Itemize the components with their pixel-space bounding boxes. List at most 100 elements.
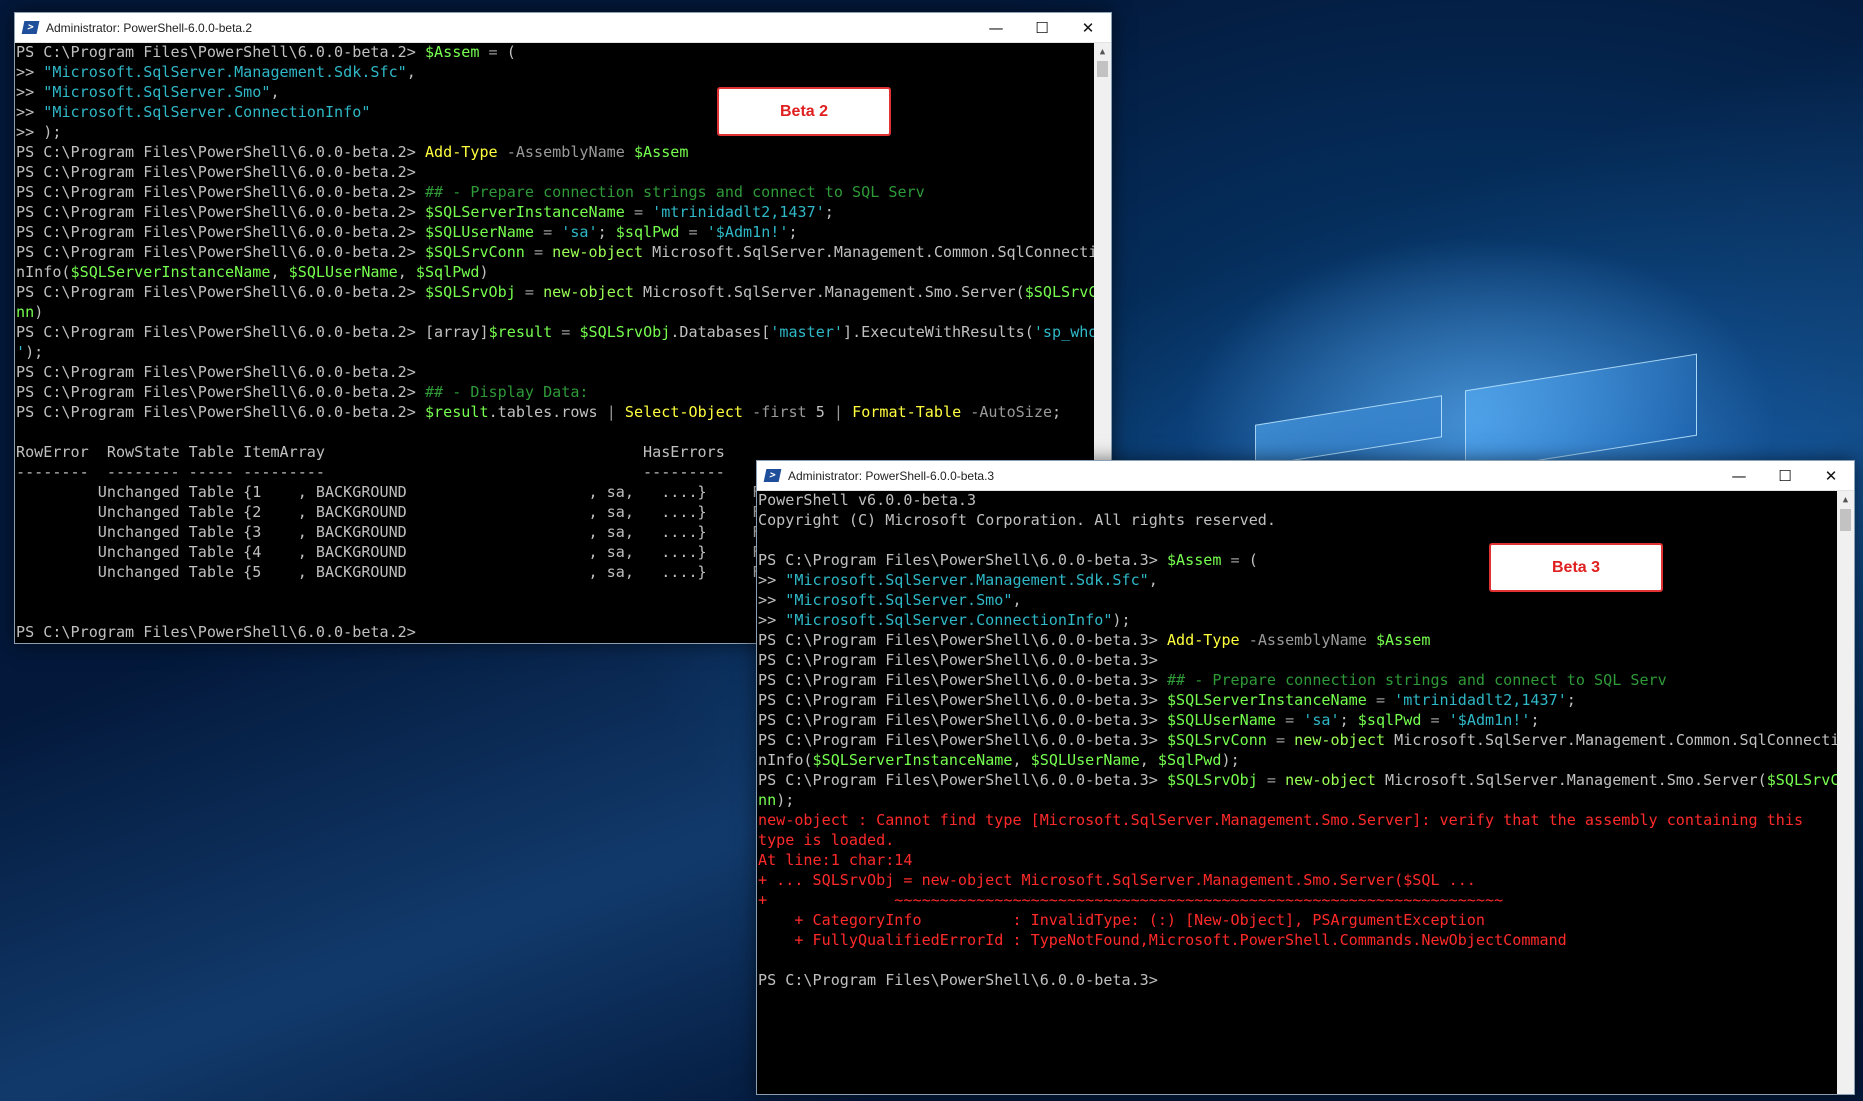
console-token: ) bbox=[479, 263, 489, 281]
minimize-button[interactable]: — bbox=[1716, 461, 1762, 490]
console-token: PS C:\Program Files\PowerShell\6.0.0-bet… bbox=[758, 551, 1167, 569]
console-token: type is loaded. bbox=[758, 831, 895, 849]
console-token: $Assem bbox=[1166, 551, 1222, 569]
console-line: PS C:\Program Files\PowerShell\6.0.0-bet… bbox=[757, 711, 1837, 731]
maximize-button[interactable]: ☐ bbox=[1762, 461, 1808, 490]
console-token: Format-Table bbox=[852, 403, 962, 421]
console-token: >> bbox=[16, 83, 44, 101]
console-token: + ... SQLSrvObj = new-object Microsoft.S… bbox=[758, 871, 1476, 889]
console-token: = bbox=[1257, 771, 1286, 789]
console-token: 5 bbox=[815, 403, 834, 421]
console-token: = bbox=[1421, 711, 1449, 729]
console-token: = bbox=[1275, 711, 1304, 729]
title-bar[interactable]: > Administrator: PowerShell-6.0.0-beta.3… bbox=[757, 461, 1854, 491]
scroll-up-arrow-icon[interactable]: ▲ bbox=[1837, 491, 1854, 508]
console-token: $SqlPwd bbox=[1157, 751, 1222, 769]
console-token: PS C:\Program Files\PowerShell\6.0.0-bet… bbox=[16, 163, 416, 181]
close-button[interactable]: ✕ bbox=[1808, 461, 1854, 490]
console-line: '); bbox=[15, 343, 1094, 363]
desktop-logo-pane bbox=[1465, 353, 1697, 473]
version-callout: Beta 3 bbox=[1489, 543, 1663, 592]
console-token: $SQLSrvConn bbox=[424, 243, 525, 261]
console-token: PS C:\Program Files\PowerShell\6.0.0-bet… bbox=[16, 223, 425, 241]
console-token: PowerShell v6.0.0-beta.3 bbox=[758, 491, 977, 509]
console-line: + ~~~~~~~~~~~~~~~~~~~~~~~~~~~~~~~~~~~~~~… bbox=[757, 891, 1837, 911]
scroll-up-arrow-icon[interactable]: ▲ bbox=[1094, 43, 1111, 60]
console-token: $SQLSrvCo bbox=[1766, 771, 1837, 789]
console-token: , bbox=[270, 263, 289, 281]
scroll-thumb[interactable] bbox=[1097, 61, 1108, 77]
maximize-button[interactable]: ☐ bbox=[1019, 13, 1065, 42]
console-line: At line:1 char:14 bbox=[757, 851, 1837, 871]
title-bar[interactable]: > Administrator: PowerShell-6.0.0-beta.2… bbox=[15, 13, 1111, 43]
console-token: PS C:\Program Files\PowerShell\6.0.0-bet… bbox=[16, 203, 425, 221]
powershell-icon: > bbox=[21, 21, 40, 34]
console-token: PS C:\Program Files\PowerShell\6.0.0-bet… bbox=[758, 731, 1167, 749]
console-token: new-object bbox=[1294, 731, 1386, 749]
version-callout: Beta 2 bbox=[717, 87, 891, 136]
console-token: PS C:\Program Files\PowerShell\6.0.0-bet… bbox=[16, 383, 425, 401]
console-token: $Assem bbox=[633, 143, 689, 161]
console-token: Unchanged Table {2 , BACKGROUND , sa, ..… bbox=[16, 503, 798, 521]
console-token: Unchanged Table {4 , BACKGROUND , sa, ..… bbox=[16, 543, 798, 561]
console-token: >> ); bbox=[16, 123, 62, 141]
minimize-button[interactable]: — bbox=[973, 13, 1019, 42]
console-token: Unchanged Table {1 , BACKGROUND , sa, ..… bbox=[16, 483, 798, 501]
console-line: PS C:\Program Files\PowerShell\6.0.0-bet… bbox=[757, 691, 1837, 711]
console-token: >> bbox=[16, 103, 44, 121]
console-line: PS C:\Program Files\PowerShell\6.0.0-bet… bbox=[15, 403, 1094, 423]
console-token: 'master' bbox=[770, 323, 843, 341]
console-token: ) bbox=[34, 303, 44, 321]
console-token: At line:1 char:14 bbox=[758, 851, 913, 869]
console-token: $SQLServerInstanceName bbox=[812, 751, 1013, 769]
console-line: >> ); bbox=[15, 123, 1094, 143]
console-token: 'sa' bbox=[561, 223, 598, 241]
console-line: >> "Microsoft.SqlServer.Management.Sdk.S… bbox=[757, 571, 1837, 591]
console-line: >> "Microsoft.SqlServer.Management.Sdk.S… bbox=[15, 63, 1094, 83]
console-line: new-object : Cannot find type [Microsoft… bbox=[757, 811, 1837, 831]
console-token: PS C:\Program Files\PowerShell\6.0.0-bet… bbox=[16, 363, 416, 381]
console-token: nn bbox=[758, 791, 777, 809]
console-line: PowerShell v6.0.0-beta.3 bbox=[757, 491, 1837, 511]
powershell-window-beta3[interactable]: > Administrator: PowerShell-6.0.0-beta.3… bbox=[756, 460, 1855, 1095]
console-line: Copyright (C) Microsoft Corporation. All… bbox=[757, 511, 1837, 531]
console-token: >> bbox=[758, 611, 786, 629]
console-token: Select-Object bbox=[624, 403, 744, 421]
console-line: >> "Microsoft.SqlServer.Smo", bbox=[15, 83, 1094, 103]
close-button[interactable]: ✕ bbox=[1065, 13, 1111, 42]
console-token: "Microsoft.SqlServer.Management.Sdk.Sfc" bbox=[43, 63, 407, 81]
console-token: ' bbox=[16, 343, 26, 361]
console-token: ; bbox=[1566, 691, 1576, 709]
console-token: PS C:\Program Files\PowerShell\6.0.0-bet… bbox=[16, 243, 425, 261]
console-token: $SQLSrvConn bbox=[1166, 731, 1267, 749]
console-line: >> "Microsoft.SqlServer.ConnectionInfo")… bbox=[757, 611, 1837, 631]
console-line: PS C:\Program Files\PowerShell\6.0.0-bet… bbox=[757, 971, 1837, 991]
vertical-scrollbar[interactable]: ▲ bbox=[1837, 491, 1854, 1094]
console-token: = bbox=[533, 223, 562, 241]
console-token: , bbox=[1012, 591, 1022, 609]
console-output[interactable]: PowerShell v6.0.0-beta.3 Copyright (C) Mi… bbox=[757, 491, 1837, 1094]
console-token: nInfo( bbox=[758, 751, 813, 769]
console-line: PS C:\Program Files\PowerShell\6.0.0-bet… bbox=[15, 383, 1094, 403]
console-token: '$Adm1n!' bbox=[706, 223, 789, 241]
console-token: ## - Display Data: bbox=[424, 383, 589, 401]
console-token: ; bbox=[824, 203, 834, 221]
console-line: + ... SQLSrvObj = new-object Microsoft.S… bbox=[757, 871, 1837, 891]
console-token: + FullyQualifiedErrorId : TypeNotFound,M… bbox=[758, 931, 1567, 949]
console-token: 'sa' bbox=[1303, 711, 1340, 729]
console-token: Copyright (C) Microsoft Corporation. All… bbox=[758, 511, 1276, 529]
console-token: .tables.rows bbox=[488, 403, 607, 421]
console-token: -------- -------- ----- --------- ------… bbox=[16, 463, 725, 481]
console-token: new-object bbox=[552, 243, 644, 261]
scroll-thumb[interactable] bbox=[1840, 509, 1851, 531]
console-token: -AssemblyName bbox=[497, 143, 634, 161]
console-token: ); bbox=[776, 791, 795, 809]
console-line: PS C:\Program Files\PowerShell\6.0.0-bet… bbox=[15, 223, 1094, 243]
console-token: $SQLUserName bbox=[1030, 751, 1140, 769]
console-token: ; bbox=[1052, 403, 1062, 421]
console-token: PS C:\Program Files\PowerShell\6.0.0-bet… bbox=[758, 971, 1158, 989]
console-token: ## - Prepare connection strings and conn… bbox=[1166, 671, 1667, 689]
console-token: $Assem bbox=[424, 43, 480, 61]
